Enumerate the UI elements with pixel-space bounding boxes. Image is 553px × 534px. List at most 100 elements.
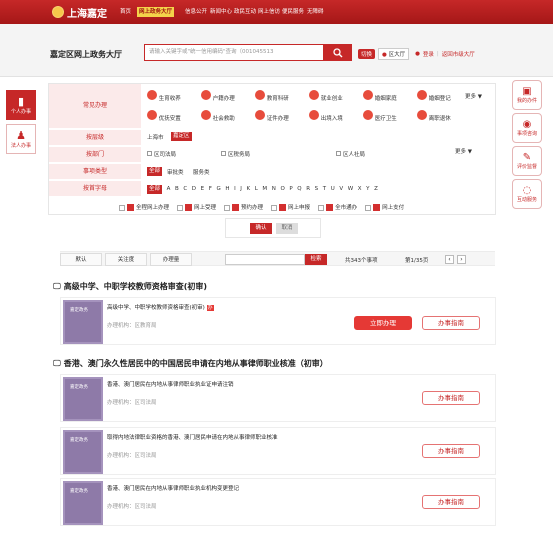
topic-item[interactable]: 教育科研 <box>255 90 289 102</box>
nav-petition[interactable]: 网上信访 <box>256 7 282 17</box>
topic-item[interactable]: 证件办理 <box>255 110 289 122</box>
letter-option[interactable]: Q <box>297 186 301 192</box>
level-shanghai[interactable]: 上海市 <box>147 133 164 141</box>
dept-option[interactable]: 区税务局 <box>221 150 250 158</box>
letter-option[interactable]: Z <box>374 186 378 192</box>
topic-item[interactable]: 婚姻登记 <box>417 90 451 102</box>
topic-item[interactable]: 出境入境 <box>309 110 343 122</box>
list-search-input[interactable] <box>225 254 305 265</box>
guide-button[interactable]: 办事指南 <box>422 444 480 458</box>
type-service[interactable]: 服务类 <box>193 168 210 176</box>
sort-attention-tab[interactable]: 关注度 <box>105 253 147 266</box>
switch-button[interactable]: 切换 <box>358 49 376 59</box>
site-logo[interactable]: 上海嘉定 <box>52 3 107 21</box>
nav-interaction[interactable]: 政民互动 <box>232 7 258 17</box>
letter-all-chip[interactable]: 全部 <box>147 184 163 194</box>
nav-service[interactable]: 便民服务 <box>280 7 306 17</box>
guide-button[interactable]: 办事指南 <box>422 316 480 330</box>
topic-item[interactable]: 生育收养 <box>147 90 181 102</box>
letter-option[interactable]: S <box>315 186 319 192</box>
letter-option[interactable]: Y <box>366 186 369 192</box>
next-page-button[interactable]: › <box>457 255 466 264</box>
topic-item[interactable]: 优抚安置 <box>147 110 181 122</box>
service-title-link[interactable]: 取得内地法律职业资格的香港、澳门居民申请在内地从事律师职业核准 <box>107 433 278 441</box>
login-link[interactable]: 登录 <box>423 50 434 58</box>
search-button[interactable] <box>324 44 352 61</box>
topic-item[interactable]: 户籍办理 <box>201 90 235 102</box>
letter-option[interactable]: V <box>339 186 343 192</box>
nav-home[interactable]: 首页 <box>118 7 133 17</box>
service-title-link[interactable]: 香港、澳门居民在内地从事律师职业执业证申请注销 <box>107 380 234 388</box>
apply-button[interactable]: 立即办理 <box>354 316 412 330</box>
topic-item[interactable]: 医疗卫生 <box>363 110 397 122</box>
guide-button[interactable]: 办事指南 <box>422 391 480 405</box>
nav-news[interactable]: 新闻中心 <box>208 7 234 17</box>
topic-item[interactable]: 离职退休 <box>417 110 451 122</box>
mode-option[interactable]: 网上支付 <box>365 203 404 211</box>
letter-option[interactable]: E <box>201 186 204 192</box>
letter-option[interactable]: H <box>225 186 229 192</box>
prev-page-button[interactable]: ‹ <box>445 255 454 264</box>
topic-item[interactable]: 婚姻家庭 <box>363 90 397 102</box>
topic-item[interactable]: 就业创业 <box>309 90 343 102</box>
service-title-link[interactable]: 香港、澳门居民在内地从事律师职业执业机构变更登记 <box>107 484 239 492</box>
consult-button[interactable]: ◉ 事项咨询 <box>512 113 542 143</box>
dept-option[interactable]: 区人社局 <box>336 150 365 158</box>
letter-option[interactable]: X <box>358 186 362 192</box>
nav-info-open[interactable]: 信息公开 <box>183 7 209 17</box>
tab-personal[interactable]: ▮ 个人办事 <box>6 90 36 120</box>
mode-badge-icon <box>373 204 381 211</box>
mode-option[interactable]: 全程网上办理 <box>119 203 169 211</box>
letter-option[interactable]: G <box>216 186 220 192</box>
user-icon: ● <box>415 51 420 57</box>
letter-option[interactable]: J <box>240 186 242 192</box>
letter-option[interactable]: I <box>234 186 236 192</box>
dept-more-link[interactable]: 更多 ▼ <box>455 147 472 155</box>
dept-option[interactable]: 区司法局 <box>147 150 176 158</box>
letter-option[interactable]: O <box>280 186 284 192</box>
letter-option[interactable]: K <box>247 186 251 192</box>
letter-option[interactable]: N <box>272 186 276 192</box>
letter-option[interactable]: C <box>183 186 187 192</box>
letter-option[interactable]: D <box>192 186 196 192</box>
mode-option[interactable]: 全市通办 <box>318 203 357 211</box>
evaluate-button[interactable]: ✎ 评价监督 <box>512 146 542 176</box>
service-title-link[interactable]: 高级中学、中职学校教师资格审查(初审) 办 <box>107 303 214 311</box>
topics-more-link[interactable]: 更多 ▼ <box>465 92 482 100</box>
letter-option[interactable]: B <box>175 186 179 192</box>
type-approval[interactable]: 审批类 <box>167 168 184 176</box>
confirm-button[interactable]: 确认 <box>250 223 272 234</box>
reset-button[interactable]: 取消 <box>276 223 298 234</box>
interact-button[interactable]: ◌ 互动服务 <box>512 179 542 209</box>
sort-default-tab[interactable]: 默认 <box>60 253 102 266</box>
letter-option[interactable]: M <box>262 186 267 192</box>
tab-corporate[interactable]: ♟ 法人办事 <box>6 124 36 154</box>
mode-option[interactable]: 网上受理 <box>177 203 216 211</box>
letter-option[interactable]: U <box>331 186 335 192</box>
mode-row: 全程网上办理 网上受理 预约办理 网上申报 全市通办 网上支付 <box>119 203 404 211</box>
service-card: 嘉定政务 高级中学、中职学校教师资格审查(初审) 办 办理机构：区教育局 立即办… <box>60 297 496 345</box>
letter-option[interactable]: T <box>323 186 326 192</box>
district-select[interactable]: ● 区大厅 <box>378 48 410 60</box>
letter-option[interactable]: P <box>289 186 292 192</box>
nav-accessibility[interactable]: 无障碍 <box>305 7 326 17</box>
filter-actions: 确认 取消 <box>225 218 321 238</box>
city-hall-link[interactable]: 返回市级大厅 <box>442 50 475 58</box>
letter-option[interactable]: W <box>348 186 353 192</box>
letter-option[interactable]: A <box>167 186 171 192</box>
topic-item[interactable]: 社会救助 <box>201 110 235 122</box>
type-all[interactable]: 全部 <box>147 167 163 176</box>
chat-icon: ◌ <box>522 185 532 196</box>
level-jiading[interactable]: 嘉定区 <box>171 132 192 141</box>
sort-volume-tab[interactable]: 办理量 <box>150 253 192 266</box>
list-search-button[interactable]: 检索 <box>305 254 327 265</box>
letter-option[interactable]: F <box>209 186 212 192</box>
my-cases-button[interactable]: ▣ 我的办件 <box>512 80 542 110</box>
search-input[interactable]: 请输入关键字或"统一信用编码"查询（001045513 <box>144 44 324 61</box>
letter-option[interactable]: R <box>306 186 310 192</box>
nav-online-hall[interactable]: 网上政务大厅 <box>137 7 175 17</box>
guide-button[interactable]: 办事指南 <box>422 495 480 509</box>
mode-option[interactable]: 预约办理 <box>224 203 263 211</box>
mode-option[interactable]: 网上申报 <box>271 203 310 211</box>
letter-option[interactable]: L <box>255 186 258 192</box>
